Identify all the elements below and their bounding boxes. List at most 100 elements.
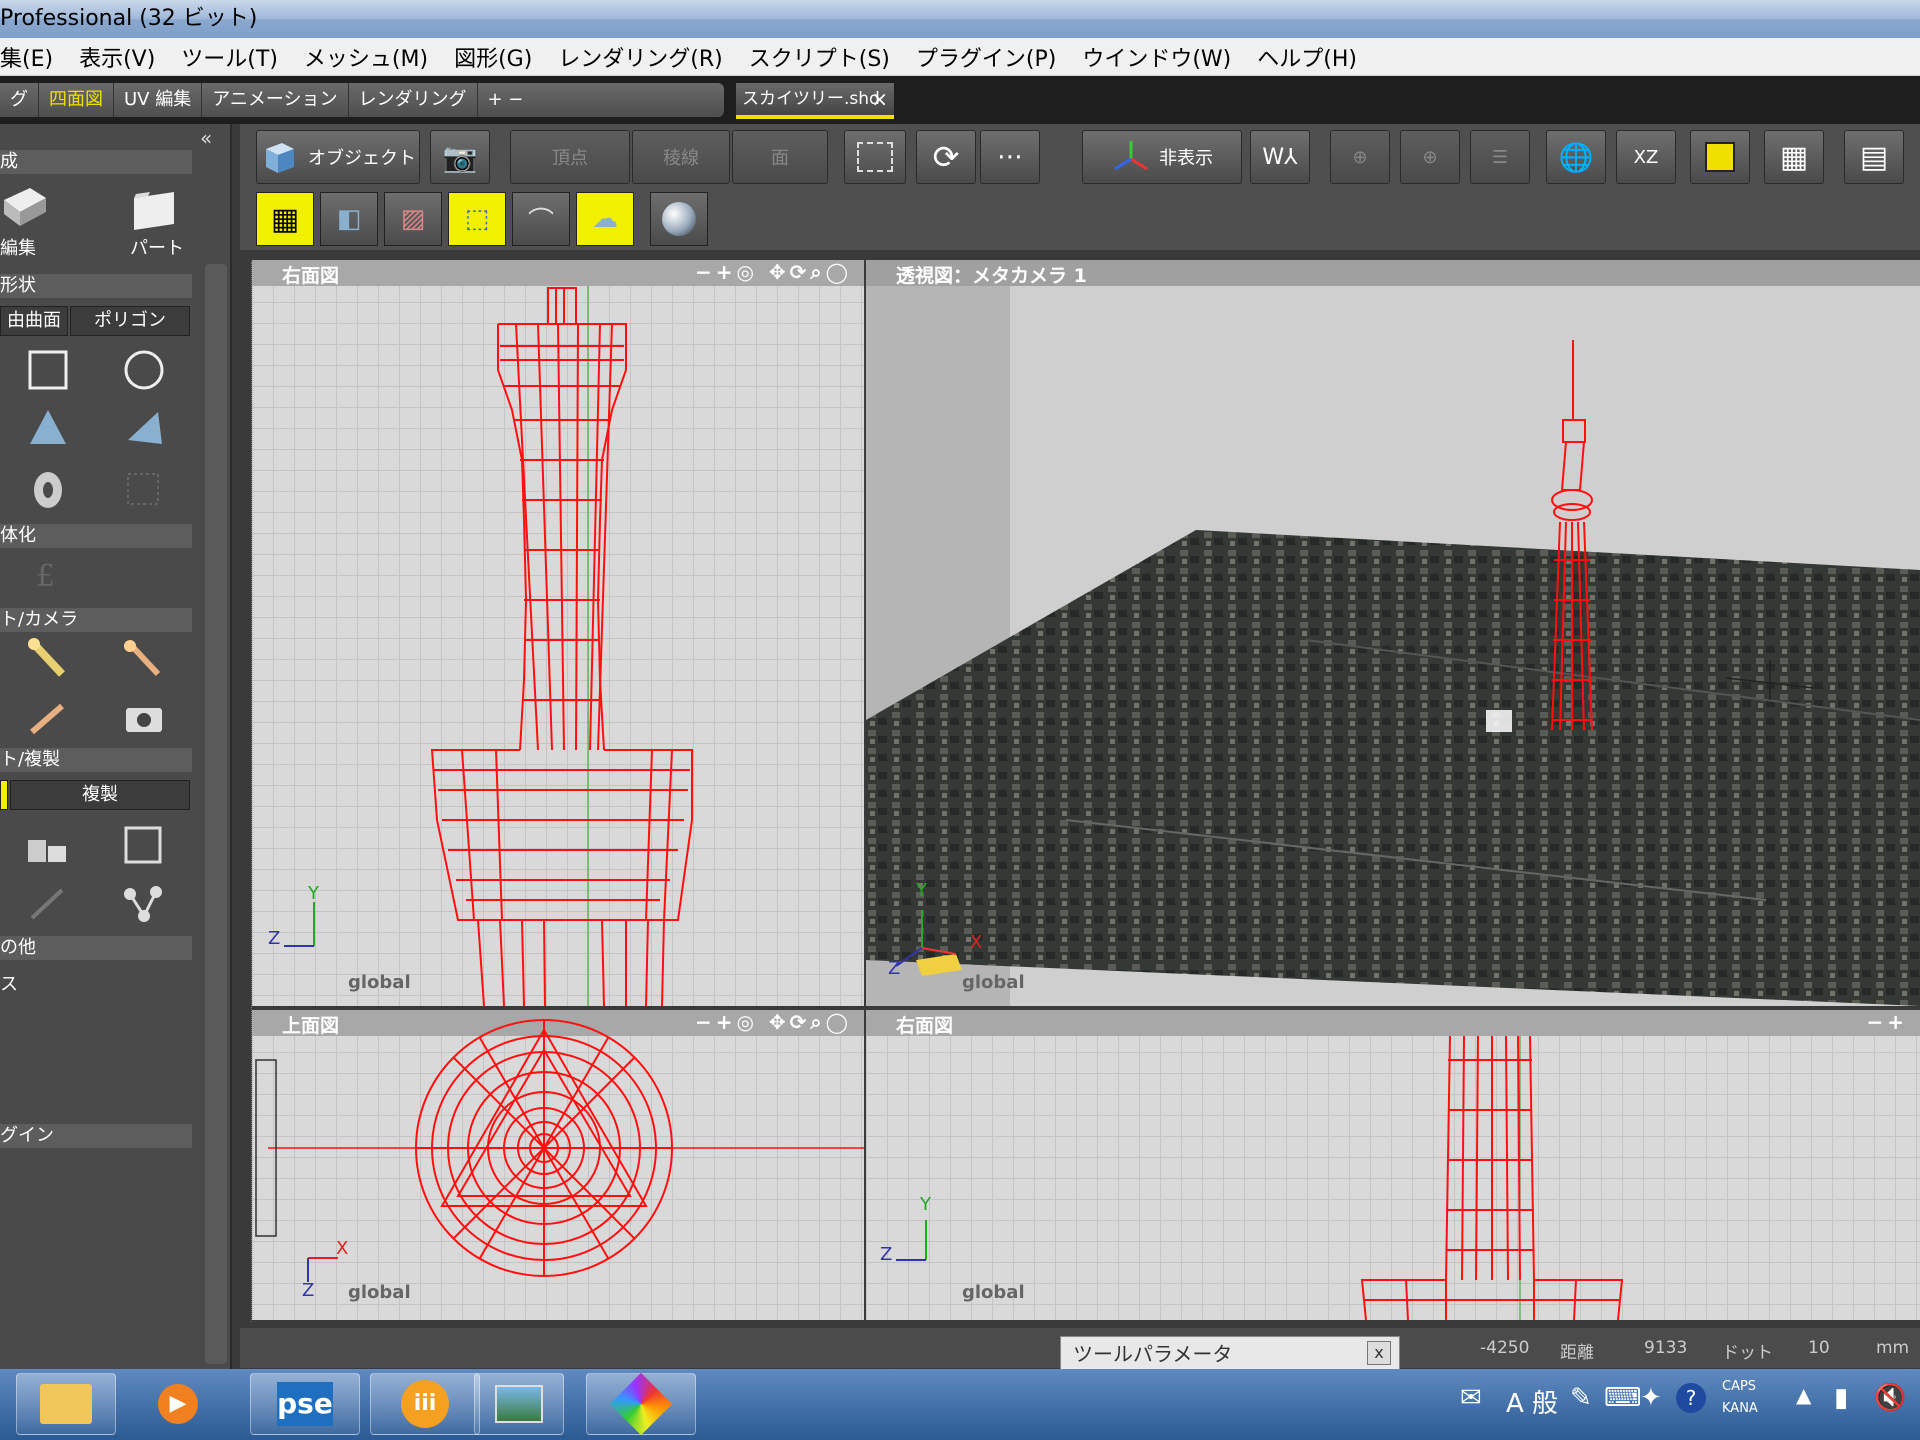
tab-animation[interactable]: アニメーション	[202, 83, 349, 117]
menu-shape[interactable]: 図形(G)	[441, 41, 545, 73]
four-view-layout-button[interactable]	[1690, 130, 1750, 184]
viewport-right-bottom[interactable]: 右面図 −+ Y Z global	[866, 1010, 1920, 1320]
blocks-toggle[interactable]: ◧	[320, 192, 378, 246]
shading-button[interactable]	[650, 192, 708, 246]
select-rect-button[interactable]	[844, 130, 906, 184]
face-mode-button[interactable]: 面	[732, 130, 828, 184]
object-mode-button[interactable]: オブジェクト	[256, 130, 420, 184]
hatch-toggle[interactable]: ▨	[384, 192, 442, 246]
camera-icon: 📷	[442, 140, 478, 174]
iii-icon: iii	[401, 1380, 449, 1428]
node-tool-icon[interactable]	[118, 878, 170, 930]
part-folder-icon[interactable]	[128, 184, 180, 236]
taskbar-iii[interactable]: iii	[370, 1373, 480, 1435]
tray-ime-tool-icon[interactable]: ✎	[1570, 1383, 1592, 1413]
cloud-icon: ☁	[592, 204, 618, 234]
cone-tool-icon[interactable]	[22, 404, 74, 456]
battery-icon[interactable]: ▮	[1834, 1383, 1848, 1413]
other-item[interactable]: ス	[0, 970, 18, 996]
taskbar-media-player[interactable]: ▶	[128, 1373, 228, 1435]
path-button[interactable]: ⋯	[980, 130, 1040, 184]
tray-ime[interactable]: A 般	[1506, 1383, 1558, 1420]
rotate-button[interactable]: ⟳	[916, 130, 976, 184]
snap-button-2[interactable]: ⊕	[1400, 130, 1460, 184]
menu-tools[interactable]: ツール(T)	[168, 41, 291, 73]
tray-dictionary-icon[interactable]: ✦	[1640, 1383, 1662, 1413]
left-panel-scrollbar[interactable]	[205, 264, 227, 1364]
copy-tool-icon[interactable]	[22, 818, 74, 870]
vertex-mode-button[interactable]: 頂点	[510, 130, 630, 184]
tray-app-icon[interactable]: ✉	[1460, 1383, 1482, 1413]
close-icon[interactable]: x	[1367, 1341, 1391, 1365]
menu-edit[interactable]: 集(E)	[0, 41, 66, 73]
plane-xz-button[interactable]: XZ	[1616, 130, 1676, 184]
sphere-icon	[662, 202, 696, 236]
snap-button-1[interactable]: ⊕	[1330, 130, 1390, 184]
curve-toggle[interactable]: ⌒	[512, 192, 570, 246]
bbox-toggle[interactable]: ⬚	[448, 192, 506, 246]
global-label: global	[962, 972, 1025, 993]
tray-ime-pad-icon[interactable]: ⌨	[1604, 1383, 1642, 1413]
menu-plugin[interactable]: プラグイン(P)	[903, 41, 1069, 73]
blocks-icon: ◧	[336, 204, 362, 234]
world-local-button[interactable]: W⅄	[1250, 130, 1310, 184]
array-copy-icon[interactable]	[118, 818, 170, 870]
tool-parameter-title: ツールパラメータ	[1073, 1342, 1233, 1366]
tab-four-view[interactable]: 四面図	[39, 83, 114, 117]
tab-add-remove[interactable]: + −	[478, 83, 534, 117]
menu-bar: 集(E) 表示(V) ツール(T) メッシュ(M) 図形(G) レンダリング(R…	[0, 38, 1920, 76]
spotlight-tool-icon[interactable]	[118, 634, 170, 686]
btn-free-curve[interactable]: 由曲面	[0, 306, 68, 336]
menu-script[interactable]: スクリプト(S)	[736, 41, 903, 73]
axis-hide-button[interactable]: 非表示	[1082, 130, 1242, 184]
taskbar-explorer[interactable]	[16, 1373, 116, 1435]
btn-copy[interactable]: 複製	[10, 780, 190, 810]
show-hidden-icons[interactable]: ▲	[1796, 1383, 1811, 1407]
help-icon[interactable]: ?	[1676, 1383, 1706, 1413]
svg-text:£: £	[36, 559, 55, 594]
shape-edit-icon[interactable]	[0, 180, 52, 232]
taskbar-shade[interactable]	[586, 1372, 696, 1436]
close-icon[interactable]: ×	[871, 83, 888, 115]
collapse-panel-icon[interactable]: «	[200, 126, 212, 150]
move-toggle[interactable]	[0, 780, 8, 810]
status-unit[interactable]: mm	[1876, 1338, 1909, 1358]
menu-rendering[interactable]: レンダリング(R)	[545, 41, 735, 73]
circle-tool-icon[interactable]	[118, 344, 170, 396]
tab-mode-partial[interactable]: グ	[0, 83, 39, 117]
taskbar-pse[interactable]: pse	[250, 1373, 360, 1435]
axis-z-label: Z	[888, 958, 901, 979]
light-tool-icon[interactable]	[22, 634, 74, 686]
viewport-top[interactable]: 上面図 −+◎ ✥⟳⌕◯ X Z global	[252, 1010, 864, 1320]
globe-button[interactable]: 🌐	[1546, 130, 1606, 184]
document-tab[interactable]: スカイツリー.shd ×	[736, 83, 894, 119]
table-button[interactable]: ▤	[1844, 130, 1904, 184]
pse-icon: pse	[277, 1382, 333, 1426]
point-light-icon[interactable]	[22, 692, 74, 744]
menu-window[interactable]: ウインドウ(W)	[1069, 41, 1244, 73]
tab-uv-edit[interactable]: UV 編集	[114, 83, 203, 117]
document-tab-label: スカイツリー.shd	[742, 89, 880, 109]
face-label: 面	[771, 148, 789, 169]
viewport-perspective[interactable]: 透視図：メタカメラ 1 Y X Z global	[866, 260, 1920, 1006]
viewport-right-top[interactable]: 右面図 −+◎ ✥⟳⌕◯ Y Z global	[252, 260, 864, 1006]
rectangle-tool-icon[interactable]	[22, 344, 74, 396]
tab-rendering[interactable]: レンダリング	[349, 83, 478, 117]
tool-parameter-window[interactable]: ツールパラメータ x	[1060, 1336, 1400, 1370]
grid-button[interactable]: ▦	[1764, 130, 1824, 184]
menu-help[interactable]: ヘルプ(H)	[1244, 41, 1370, 73]
menu-mesh[interactable]: メッシュ(M)	[291, 41, 441, 73]
menu-view[interactable]: 表示(V)	[66, 41, 168, 73]
camera-button[interactable]: 📷	[430, 130, 490, 184]
wireframe-grid-toggle[interactable]: ▦	[256, 192, 314, 246]
volume-muted-icon[interactable]: 🔇	[1874, 1383, 1906, 1413]
edge-mode-button[interactable]: 稜線	[632, 130, 730, 184]
torus-tool-icon[interactable]	[22, 464, 74, 516]
camera-tool-icon[interactable]	[118, 692, 170, 744]
align-button[interactable]: ☰	[1470, 130, 1530, 184]
tab-strip: グ 四面図 UV 編集 アニメーション レンダリング + − スカイツリー.sh…	[0, 76, 1920, 124]
taskbar-photo-viewer[interactable]	[474, 1373, 564, 1435]
pyramid-tool-icon[interactable]	[118, 404, 170, 456]
cloud-toggle[interactable]: ☁	[576, 192, 634, 246]
btn-polygon[interactable]: ポリゴン	[70, 306, 190, 336]
